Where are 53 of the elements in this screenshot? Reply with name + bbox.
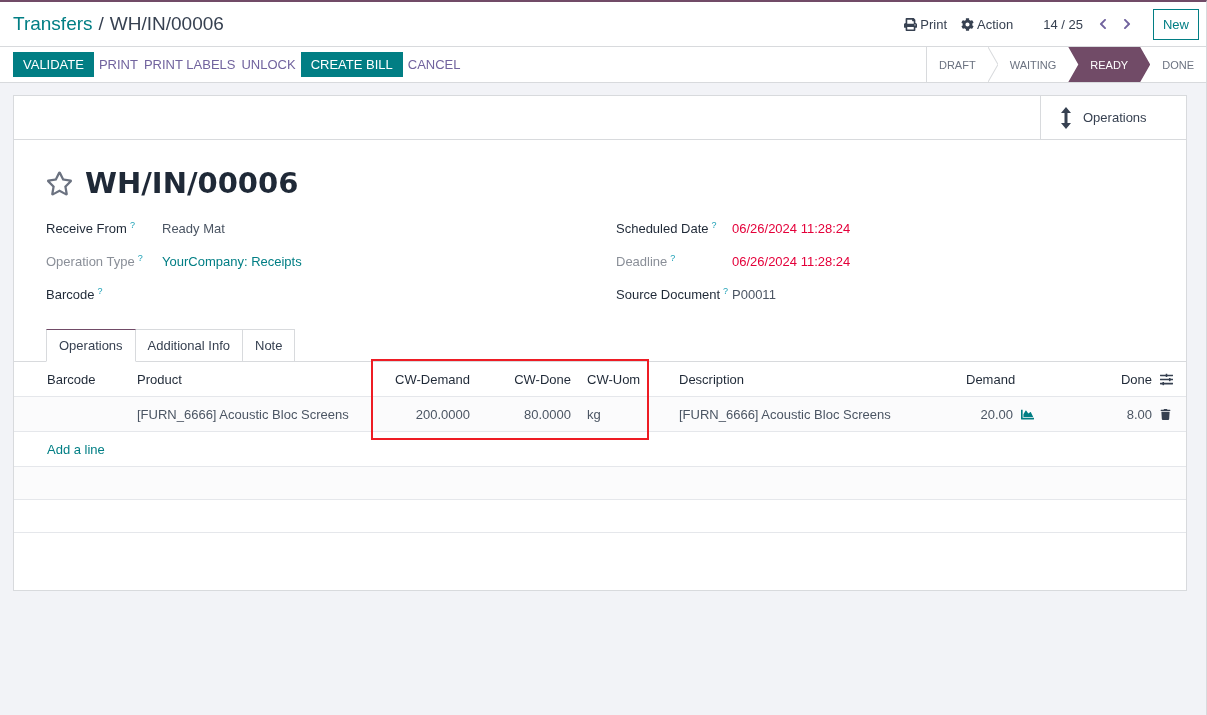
new-button[interactable]: New (1153, 8, 1199, 40)
column-header[interactable]: Demand (958, 371, 1021, 387)
print-button[interactable]: Print (904, 16, 948, 32)
field-label: Scheduled Date $^{?}$ (616, 220, 718, 237)
column-header[interactable]: CW-Done (478, 371, 579, 387)
table-cell-text: 80.0000 (523, 406, 572, 422)
action-button[interactable]: VALIDATE (13, 52, 94, 77)
field-label: Receive From $^{?}$ (46, 220, 136, 237)
action-button[interactable]: Action (961, 16, 1014, 32)
breadcrumb-current: WH/IN/00006 (109, 13, 224, 35)
gear-icon (961, 17, 975, 31)
column-header[interactable]: Description (671, 371, 958, 387)
column-header[interactable]: CW-Demand (370, 371, 478, 387)
pager-counter: 14 / 25 (1043, 16, 1083, 32)
sliders-icon[interactable] (1160, 372, 1173, 386)
breadcrumb-separator: / (98, 13, 104, 35)
add-line-link[interactable]: Add a line (39, 441, 370, 457)
table-cell-text: 8.00 (1125, 406, 1153, 422)
action-link[interactable]: UNLOCK (240, 52, 297, 77)
field-value: 06/26/2024 11:28:24 (732, 221, 851, 237)
column-header[interactable]: Barcode (39, 371, 129, 387)
table-cell-text: kg (586, 406, 602, 422)
area-chart-icon[interactable] (1021, 407, 1034, 421)
tab[interactable]: Operations (46, 329, 136, 362)
action-link[interactable]: PRINT (97, 52, 139, 77)
column-header[interactable]: CW-Uom (579, 371, 671, 387)
table-cell-text: [FURN_6666] Acoustic Bloc Screens (678, 406, 892, 422)
action-link[interactable]: CANCEL (406, 52, 462, 77)
field-label: Deadline $^{?}$ (616, 253, 677, 270)
table-cell-text: [FURN_6666] Acoustic Bloc Screens (136, 406, 350, 422)
action-button[interactable]: CREATE BILL (300, 52, 403, 77)
field-value: Ready Mat (162, 221, 225, 237)
star-icon[interactable] (46, 169, 73, 197)
field-value[interactable]: YourCompany: Receipts (162, 254, 302, 270)
record-title: WH/IN/00006 (85, 166, 299, 200)
breadcrumb-link[interactable]: Transfers (13, 13, 93, 35)
table-cell-text: 20.00 (979, 406, 1014, 422)
vertical-arrows-icon (1061, 106, 1071, 129)
field-value: P00011 (732, 287, 776, 303)
status-stage[interactable]: READY (1068, 47, 1151, 82)
table-cell-text: 200.0000 (414, 406, 471, 422)
chevron-left-icon (1097, 18, 1109, 30)
action-link[interactable]: PRINT LABELS (142, 52, 237, 77)
column-header[interactable]: Product (129, 371, 370, 387)
column-header[interactable]: Done (1048, 371, 1160, 387)
field-value: 06/26/2024 11:28:24 (732, 254, 851, 270)
chevron-right-icon (1121, 18, 1133, 30)
field-label: Barcode $^{?}$ (46, 286, 104, 303)
printer-icon (904, 17, 918, 31)
field-label: Operation Type $^{?}$ (46, 253, 144, 270)
tab[interactable]: Note (242, 329, 296, 362)
trash-icon[interactable] (1160, 408, 1171, 420)
field-label: Source Document $^{?}$ (616, 286, 730, 303)
